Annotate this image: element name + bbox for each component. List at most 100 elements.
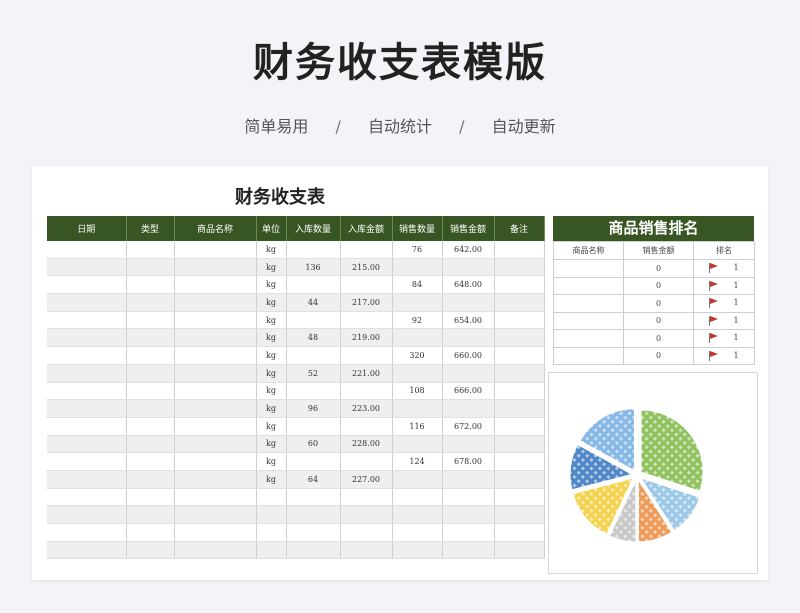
table-cell[interactable]: kg <box>256 364 287 383</box>
table-cell[interactable] <box>174 293 257 312</box>
ranking-cell[interactable]: 0 <box>623 346 694 365</box>
table-cell[interactable] <box>340 541 393 560</box>
ranking-cell[interactable]: 1 <box>693 329 755 348</box>
table-cell[interactable] <box>494 241 545 259</box>
table-cell[interactable] <box>174 364 257 383</box>
table-cell[interactable]: 215.00 <box>340 258 393 277</box>
table-cell[interactable] <box>442 435 495 454</box>
table-cell[interactable] <box>47 382 127 401</box>
table-cell[interactable] <box>286 382 341 401</box>
table-cell[interactable] <box>442 523 495 542</box>
table-cell[interactable] <box>126 346 175 365</box>
table-cell[interactable]: kg <box>256 435 287 454</box>
table-cell[interactable] <box>392 258 443 277</box>
table-cell[interactable] <box>340 452 393 471</box>
table-cell[interactable] <box>47 275 127 295</box>
table-cell[interactable] <box>126 452 175 471</box>
table-cell[interactable] <box>47 241 127 259</box>
table-cell[interactable] <box>47 328 127 348</box>
table-cell[interactable] <box>286 488 341 507</box>
table-cell[interactable]: 64 <box>286 470 341 489</box>
table-cell[interactable] <box>442 364 495 383</box>
table-cell[interactable] <box>286 541 341 560</box>
table-cell[interactable] <box>442 328 495 348</box>
table-cell[interactable] <box>286 417 341 436</box>
table-cell[interactable] <box>494 417 545 436</box>
table-cell[interactable] <box>392 328 443 348</box>
table-cell[interactable]: 217.00 <box>340 293 393 312</box>
table-cell[interactable] <box>286 505 341 524</box>
table-cell[interactable]: kg <box>256 328 287 348</box>
ranking-cell[interactable]: 0 <box>623 311 694 330</box>
table-cell[interactable] <box>340 311 393 330</box>
table-cell[interactable] <box>126 435 175 454</box>
table-cell[interactable] <box>174 488 257 507</box>
table-cell[interactable] <box>442 470 495 489</box>
table-cell[interactable] <box>47 488 127 507</box>
table-cell[interactable]: 654.00 <box>442 311 495 330</box>
ranking-cell[interactable]: 1 <box>693 276 755 295</box>
table-cell[interactable] <box>174 275 257 295</box>
table-cell[interactable]: kg <box>256 382 287 401</box>
table-cell[interactable] <box>442 488 495 507</box>
ranking-cell[interactable] <box>553 259 624 278</box>
table-cell[interactable]: 136 <box>286 258 341 277</box>
table-cell[interactable] <box>126 417 175 436</box>
table-cell[interactable]: 660.00 <box>442 346 495 365</box>
ranking-cell[interactable] <box>553 311 624 330</box>
table-cell[interactable] <box>174 382 257 401</box>
table-cell[interactable] <box>47 346 127 365</box>
table-cell[interactable] <box>174 505 257 524</box>
table-cell[interactable] <box>392 435 443 454</box>
table-cell[interactable] <box>174 399 257 418</box>
table-cell[interactable] <box>126 470 175 489</box>
table-cell[interactable] <box>286 311 341 330</box>
ranking-cell[interactable]: 0 <box>623 294 694 313</box>
table-cell[interactable]: 221.00 <box>340 364 393 383</box>
ranking-cell[interactable]: 0 <box>623 259 694 278</box>
table-cell[interactable] <box>494 435 545 454</box>
table-cell[interactable] <box>47 541 127 560</box>
table-cell[interactable] <box>286 523 341 542</box>
table-cell[interactable] <box>494 505 545 524</box>
table-cell[interactable] <box>494 275 545 295</box>
table-cell[interactable] <box>340 417 393 436</box>
ranking-cell[interactable]: 1 <box>693 294 755 313</box>
table-cell[interactable]: 92 <box>392 311 443 330</box>
table-cell[interactable]: 52 <box>286 364 341 383</box>
table-cell[interactable] <box>47 258 127 277</box>
table-cell[interactable] <box>494 541 545 560</box>
table-cell[interactable] <box>126 541 175 560</box>
table-cell[interactable] <box>340 275 393 295</box>
table-cell[interactable] <box>340 523 393 542</box>
table-cell[interactable]: 228.00 <box>340 435 393 454</box>
table-cell[interactable] <box>126 399 175 418</box>
table-cell[interactable] <box>47 452 127 471</box>
table-cell[interactable] <box>126 311 175 330</box>
table-cell[interactable] <box>442 399 495 418</box>
table-cell[interactable] <box>174 470 257 489</box>
table-cell[interactable] <box>174 258 257 277</box>
table-cell[interactable]: 44 <box>286 293 341 312</box>
table-cell[interactable] <box>494 293 545 312</box>
table-cell[interactable] <box>47 364 127 383</box>
ranking-cell[interactable]: 0 <box>623 329 694 348</box>
table-cell[interactable] <box>494 523 545 542</box>
table-cell[interactable] <box>174 328 257 348</box>
table-cell[interactable] <box>47 311 127 330</box>
table-cell[interactable]: 648.00 <box>442 275 495 295</box>
table-cell[interactable] <box>126 488 175 507</box>
table-cell[interactable] <box>286 241 341 259</box>
table-cell[interactable] <box>494 364 545 383</box>
table-cell[interactable] <box>174 417 257 436</box>
table-cell[interactable] <box>47 417 127 436</box>
table-cell[interactable]: 223.00 <box>340 399 393 418</box>
table-cell[interactable] <box>442 505 495 524</box>
table-cell[interactable]: 666.00 <box>442 382 495 401</box>
table-cell[interactable] <box>126 523 175 542</box>
table-cell[interactable]: kg <box>256 293 287 312</box>
table-cell[interactable] <box>174 541 257 560</box>
table-cell[interactable]: kg <box>256 346 287 365</box>
table-cell[interactable]: 227.00 <box>340 470 393 489</box>
table-cell[interactable] <box>126 382 175 401</box>
